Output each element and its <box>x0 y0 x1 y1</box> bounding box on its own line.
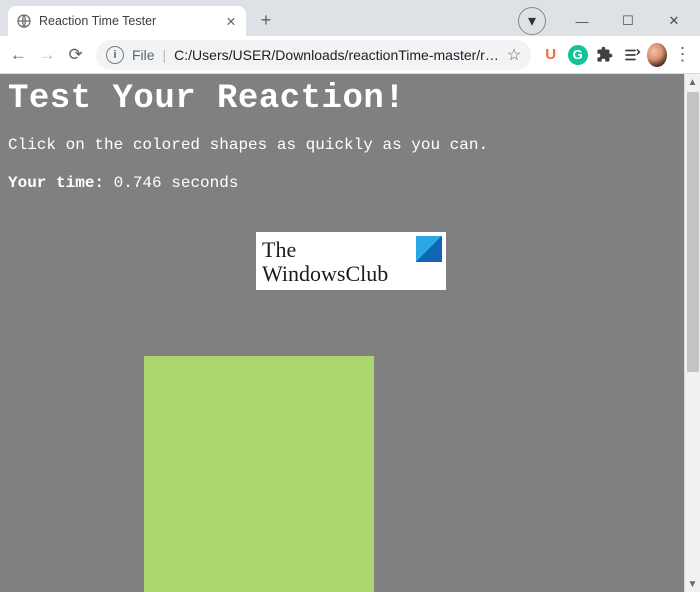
omnibox-divider: | <box>163 47 167 63</box>
browser-titlebar: Reaction Time Tester ✕ + ▾ — ☐ ✕ <box>0 0 700 36</box>
profile-avatar[interactable] <box>647 43 667 67</box>
reading-list-icon[interactable] <box>620 41 643 69</box>
extension-grammarly-icon[interactable]: G <box>566 41 589 69</box>
globe-icon <box>16 13 32 29</box>
browser-menu-button[interactable]: ⋮ <box>671 44 694 65</box>
browser-tab[interactable]: Reaction Time Tester ✕ <box>8 6 246 36</box>
address-bar[interactable]: i File | C:/Users/USER/Downloads/reactio… <box>96 40 531 70</box>
scroll-down-arrow-icon[interactable]: ▼ <box>685 576 700 592</box>
window-close-button[interactable]: ✕ <box>652 7 696 35</box>
nav-forward-button: → <box>35 40 60 70</box>
nav-back-button[interactable]: ← <box>6 40 31 70</box>
logo-corner-icon <box>416 236 442 262</box>
browser-toolbar: ← → ⟳ i File | C:/Users/USER/Downloads/r… <box>0 36 700 74</box>
windowsclub-logo: The WindowsClub <box>256 232 446 290</box>
reaction-shape[interactable] <box>144 356 374 592</box>
page-instructions: Click on the colored shapes as quickly a… <box>8 136 676 154</box>
extensions-puzzle-icon[interactable] <box>593 41 616 69</box>
time-value: 0.746 seconds <box>114 174 239 192</box>
tab-close-icon[interactable]: ✕ <box>224 14 238 28</box>
page-content: Test Your Reaction! Click on the colored… <box>0 74 684 592</box>
logo-line-2: WindowsClub <box>262 262 388 286</box>
file-scheme-label: File <box>132 47 155 63</box>
window-minimize-button[interactable]: — <box>560 7 604 35</box>
page-heading: Test Your Reaction! <box>8 80 676 118</box>
url-text: C:/Users/USER/Downloads/reactionTime-mas… <box>174 47 499 63</box>
extension-ubersuggest-icon[interactable]: U <box>539 41 562 69</box>
scroll-up-arrow-icon[interactable]: ▲ <box>685 74 700 90</box>
bookmark-star-icon[interactable]: ☆ <box>507 45 521 65</box>
window-controls: ▾ — ☐ ✕ <box>518 6 700 36</box>
time-label: Your time: <box>8 174 104 192</box>
scroll-thumb[interactable] <box>687 92 699 372</box>
viewport: Test Your Reaction! Click on the colored… <box>0 74 700 592</box>
new-tab-button[interactable]: + <box>252 6 280 34</box>
window-maximize-button[interactable]: ☐ <box>606 7 650 35</box>
tab-title: Reaction Time Tester <box>39 14 217 28</box>
nav-reload-button[interactable]: ⟳ <box>63 40 88 70</box>
time-readout: Your time: 0.746 seconds <box>8 174 676 192</box>
logo-line-1: The <box>262 238 388 262</box>
vertical-scrollbar[interactable]: ▲ ▼ <box>684 74 700 592</box>
account-chevron-icon[interactable]: ▾ <box>518 7 546 35</box>
site-info-icon[interactable]: i <box>106 46 124 64</box>
